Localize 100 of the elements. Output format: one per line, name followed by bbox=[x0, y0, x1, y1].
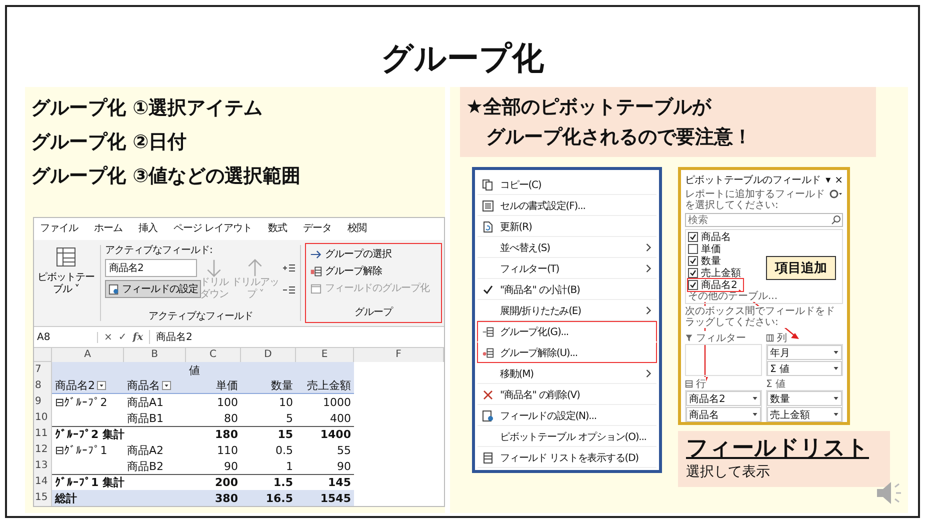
collapse-icon[interactable] bbox=[282, 285, 296, 295]
more-tables-link[interactable]: その他のテーブル... bbox=[688, 291, 778, 302]
table-cell-text: 100 bbox=[216, 394, 239, 410]
table-cell-text: 90 bbox=[336, 458, 352, 474]
area-field-dropdown[interactable]: 商品名2 bbox=[686, 391, 761, 406]
pane-menu-button[interactable]: ▾ bbox=[826, 174, 831, 186]
menu-item[interactable]: グループ解除(U)... bbox=[477, 342, 657, 363]
checkbox[interactable] bbox=[688, 268, 698, 278]
table-cell-text: 商品B2 bbox=[126, 458, 165, 474]
checkbox[interactable] bbox=[688, 244, 698, 254]
header-text: 商品名2 bbox=[55, 378, 95, 393]
menu-item[interactable]: フィールド リストを表示する(D) bbox=[477, 447, 657, 468]
group-command[interactable]: グループ解除 bbox=[310, 264, 382, 278]
table-cell: 180 bbox=[186, 426, 241, 442]
name-box[interactable]: A8 bbox=[37, 332, 98, 342]
row-header[interactable]: 11 bbox=[34, 426, 52, 442]
menu-item[interactable]: 更新(R) bbox=[477, 216, 657, 237]
note-title: フィールドリスト bbox=[686, 435, 870, 463]
drop-area[interactable]: 商品名2 商品名 bbox=[685, 390, 762, 422]
area-label: Σ 値 bbox=[766, 377, 786, 391]
menu-item[interactable]: フィルター(T) bbox=[477, 258, 657, 279]
function-button[interactable]: fx bbox=[132, 332, 144, 342]
row-header[interactable]: 9 bbox=[34, 394, 52, 410]
group-icon bbox=[482, 326, 494, 338]
enter-button[interactable]: ✓ bbox=[118, 332, 127, 342]
cancel-button[interactable]: × bbox=[104, 332, 112, 342]
close-button[interactable]: × bbox=[834, 174, 843, 186]
row-header[interactable]: 14 bbox=[34, 474, 52, 490]
drop-area[interactable]: 年月 Σ 値 bbox=[766, 344, 843, 376]
ribbon-tab[interactable]: ファイル bbox=[40, 221, 78, 237]
menu-item[interactable]: "商品名" の小計(B) bbox=[477, 279, 657, 300]
ribbon-tab[interactable]: ホーム bbox=[94, 221, 122, 237]
bullet-point: グループ化 ②日付 bbox=[31, 130, 188, 155]
ribbon-tab[interactable]: データ bbox=[303, 221, 332, 237]
row-header[interactable]: 12 bbox=[34, 442, 52, 458]
table-cell-text: 1 bbox=[285, 458, 294, 474]
calendar-icon bbox=[310, 282, 322, 294]
table-cell-text: 55 bbox=[336, 442, 352, 458]
ungroup-icon bbox=[482, 346, 494, 358]
checkbox[interactable] bbox=[688, 280, 698, 290]
field-option[interactable]: 売上金額 bbox=[688, 267, 747, 279]
ribbon-tab[interactable]: ページ レイアウト bbox=[174, 221, 252, 237]
check-icon bbox=[482, 284, 494, 296]
checkbox[interactable] bbox=[688, 232, 698, 242]
dropdown-icon bbox=[833, 412, 839, 417]
area-label: 列 bbox=[777, 331, 787, 345]
up-arrow-icon bbox=[246, 259, 264, 277]
table-cell-text: 5 bbox=[285, 410, 294, 426]
field-option[interactable]: 数量 bbox=[688, 255, 727, 267]
drop-area[interactable]: 数量 売上金額 bbox=[766, 390, 843, 422]
search-field[interactable]: 検索 bbox=[685, 213, 843, 227]
dropdown-icon bbox=[752, 412, 758, 417]
chevron-icon bbox=[645, 369, 652, 378]
expand-icon[interactable] bbox=[282, 263, 296, 273]
menu-item[interactable]: グループ化(G)... bbox=[477, 321, 657, 342]
chevron-icon bbox=[645, 264, 652, 273]
field-option[interactable]: 単価 bbox=[688, 243, 727, 255]
table-cell: 1400 bbox=[296, 426, 354, 442]
menu-item[interactable]: セルの書式設定(F)... bbox=[477, 195, 657, 216]
filter-dropdown-icon[interactable] bbox=[162, 381, 171, 390]
area-field-dropdown[interactable]: 数量 bbox=[767, 391, 842, 406]
table-cell-text: 商品B1 bbox=[126, 410, 165, 426]
menu-item[interactable]: "商品名" の削除(V) bbox=[477, 384, 657, 405]
table-cell-text: 10 bbox=[278, 394, 294, 410]
menu-item[interactable]: コピー(C) bbox=[477, 174, 657, 195]
row-header[interactable]: 8 bbox=[34, 378, 52, 394]
area-field-dropdown[interactable]: 年月 bbox=[767, 345, 842, 360]
column-header[interactable]: F bbox=[354, 348, 444, 362]
row-header[interactable]: 7 bbox=[34, 362, 52, 378]
row-header[interactable]: 13 bbox=[34, 458, 52, 474]
group-label: アクティブなフィールド bbox=[147, 310, 254, 323]
area-field-dropdown[interactable]: 商品名 bbox=[686, 407, 761, 422]
rows-icon bbox=[685, 380, 693, 388]
chevron-icon bbox=[645, 306, 652, 315]
group-command[interactable]: グループの選択 bbox=[310, 247, 392, 261]
ribbon-tab[interactable]: 数式 bbox=[268, 221, 288, 237]
ribbon-tab[interactable]: 校閲 bbox=[348, 221, 367, 237]
menu-item[interactable]: 並べ替え(S) bbox=[477, 237, 657, 258]
dropdown-icon bbox=[833, 350, 839, 355]
row-header[interactable]: 10 bbox=[34, 410, 52, 426]
pivot-table-button[interactable]: ピボットテー ブル ˅ bbox=[36, 243, 96, 323]
active-field-label: アクティブなフィールド: bbox=[105, 244, 214, 257]
ungroup-icon bbox=[310, 266, 322, 276]
checkbox[interactable] bbox=[688, 256, 698, 266]
active-field-input[interactable]: 商品名2 bbox=[105, 259, 197, 277]
menu-item[interactable]: 移動(M) bbox=[477, 363, 657, 384]
row-header[interactable]: 15 bbox=[34, 490, 52, 506]
settings-icon[interactable] bbox=[829, 189, 843, 199]
area-field-dropdown[interactable]: Σ 値 bbox=[767, 361, 842, 376]
area-field-dropdown[interactable]: 売上金額 bbox=[767, 407, 842, 422]
menu-item[interactable]: ピボットテーブル オプション(O)... bbox=[477, 426, 657, 447]
field-option[interactable]: 商品名2 bbox=[688, 279, 744, 291]
menu-item[interactable]: フィールドの設定(N)... bbox=[477, 405, 657, 426]
table-icon bbox=[54, 245, 78, 269]
menu-item[interactable]: 展開/折りたたみ(E) bbox=[477, 300, 657, 321]
formula-input[interactable]: 商品名2 bbox=[149, 330, 441, 344]
filter-dropdown-icon[interactable] bbox=[97, 381, 106, 390]
field-settings-button[interactable]: フィールドの設定 bbox=[105, 280, 201, 298]
ribbon-tab[interactable]: 挿入 bbox=[138, 221, 158, 237]
field-option[interactable]: 商品名 bbox=[688, 231, 737, 243]
